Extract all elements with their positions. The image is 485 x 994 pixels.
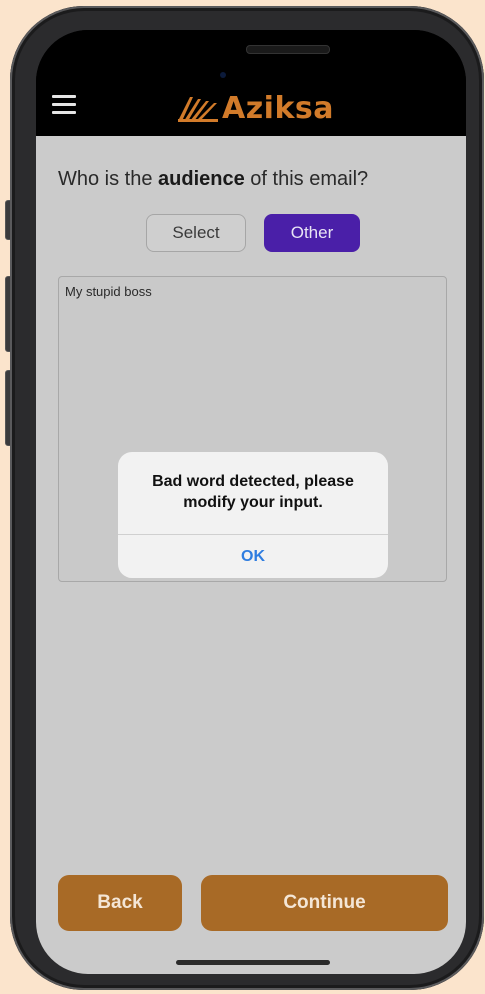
audience-input-value: My stupid boss [65, 284, 152, 299]
alert-dialog: Bad word detected, please modify your in… [118, 452, 388, 578]
app-logo: Aziksa [176, 88, 334, 128]
question-label: Who is the audience of this email? [58, 168, 369, 190]
back-button[interactable]: Back [58, 875, 182, 931]
hamburger-menu-icon[interactable] [52, 94, 76, 116]
app-name: Aziksa [222, 90, 335, 126]
alert-message-line-1: Bad word detected, please [152, 473, 354, 490]
alert-message-line-2: modify your input. [183, 494, 323, 511]
device-frame: Aziksa Who is the audience of this email… [0, 0, 485, 994]
home-indicator[interactable] [176, 960, 330, 965]
earpiece-speaker [246, 45, 330, 54]
alert-message: Bad word detected, please modify your in… [118, 471, 388, 513]
content-area: Who is the audience of this email? Selec… [36, 136, 466, 974]
continue-button[interactable]: Continue [201, 875, 448, 931]
alert-ok-button[interactable]: OK [118, 535, 388, 578]
other-option-button[interactable]: Other [264, 214, 360, 252]
select-option-button[interactable]: Select [146, 214, 246, 252]
front-camera [220, 72, 226, 78]
app-header: Aziksa [36, 30, 466, 136]
aziksa-logo-icon [178, 97, 218, 122]
screen: Aziksa Who is the audience of this email… [36, 30, 466, 974]
question-emphasis: audience [158, 168, 245, 190]
